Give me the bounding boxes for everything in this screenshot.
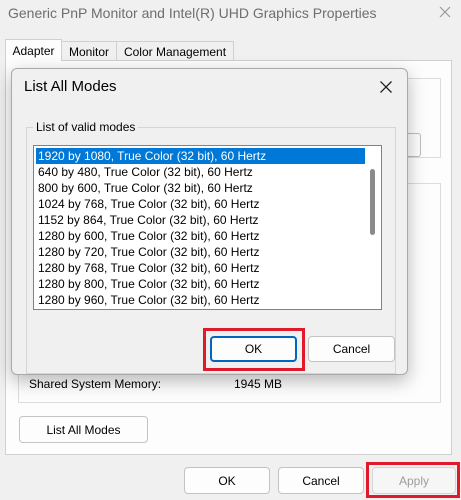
window-close-button[interactable] (434, 1, 456, 23)
mode-list-item[interactable]: 1280 by 800, True Color (32 bit), 60 Her… (36, 276, 365, 292)
shared-memory-label: Shared System Memory: (29, 377, 162, 391)
ok-highlight-box (203, 328, 305, 371)
mode-list-item[interactable]: 640 by 480, True Color (32 bit), 60 Hert… (36, 164, 365, 180)
mode-list-item[interactable]: 1024 by 768, True Color (32 bit), 60 Her… (36, 196, 365, 212)
modes-listbox[interactable]: 1920 by 1080, True Color (32 bit), 60 He… (33, 145, 382, 310)
apply-highlight-box (366, 462, 460, 498)
close-icon (380, 81, 392, 93)
list-all-modes-dialog: List All Modes List of valid modes 1920 … (11, 68, 408, 375)
modes-scrollbar[interactable] (366, 147, 380, 308)
mode-list-item[interactable]: 1152 by 864, True Color (32 bit), 60 Her… (36, 212, 365, 228)
dialog-title: List All Modes (24, 78, 117, 95)
window-title: Generic PnP Monitor and Intel(R) UHD Gra… (8, 5, 377, 21)
dialog-cancel-button[interactable]: Cancel (308, 336, 395, 362)
shared-memory-value: 1945 MB (234, 377, 283, 391)
scrollbar-thumb[interactable] (370, 169, 375, 235)
mode-list-item[interactable]: 1280 by 768, True Color (32 bit), 60 Her… (36, 260, 365, 276)
tab-monitor[interactable]: Monitor (61, 41, 117, 61)
tab-adapter[interactable]: Adapter (5, 39, 62, 61)
mode-list-item[interactable]: 1280 by 600, True Color (32 bit), 60 Her… (36, 228, 365, 244)
cancel-button[interactable]: Cancel (278, 467, 364, 494)
valid-modes-group-label: List of valid modes (33, 120, 139, 134)
tab-color-management[interactable]: Color Management (116, 41, 234, 61)
dialog-close-button[interactable] (372, 74, 400, 100)
close-icon (439, 6, 451, 18)
mode-list-item[interactable]: 1280 by 960, True Color (32 bit), 60 Her… (36, 292, 365, 308)
list-all-modes-button[interactable]: List All Modes (19, 416, 148, 443)
mode-list-item[interactable]: 1920 by 1080, True Color (32 bit), 60 He… (36, 148, 365, 164)
mode-list-item[interactable]: 1280 by 720, True Color (32 bit), 60 Her… (36, 244, 365, 260)
mode-list-item[interactable]: 800 by 600, True Color (32 bit), 60 Hert… (36, 180, 365, 196)
ok-button[interactable]: OK (184, 467, 270, 494)
